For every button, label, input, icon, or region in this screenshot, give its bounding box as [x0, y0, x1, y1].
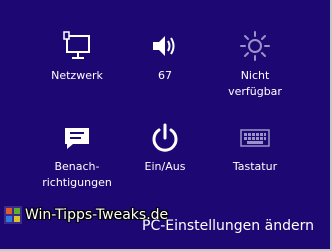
network-icon [63, 31, 90, 59]
pc-settings-link[interactable]: PC-Einstellungen ändern [142, 218, 314, 234]
keyboard-tile[interactable]: Tastatur [215, 122, 295, 182]
power-label: Ein/Aus [144, 160, 186, 173]
volume-tile[interactable]: 67 [125, 30, 205, 90]
brightness-icon [240, 31, 270, 61]
speaker-icon [153, 36, 175, 56]
notifications-tile[interactable]: Benach- richtigungen [37, 122, 117, 192]
watermark-logo [4, 206, 22, 224]
notifications-label-line2: richtigungen [42, 176, 112, 189]
notifications-label-line1: Benach- [54, 160, 100, 173]
keyboard-label: Tastatur [232, 160, 278, 173]
brightness-label-line1: Nicht [240, 69, 270, 82]
brightness-label-line2: verfügbar [228, 85, 282, 98]
keyboard-icon [240, 129, 270, 147]
network-label: Netzwerk [51, 69, 103, 82]
power-tile[interactable]: Ein/Aus [125, 122, 205, 182]
network-tile[interactable]: Netzwerk [37, 30, 117, 90]
power-icon [152, 123, 178, 152]
volume-label: 67 [158, 69, 172, 82]
brightness-tile: Nicht verfügbar [215, 30, 295, 100]
notifications-icon [65, 128, 89, 149]
settings-charm-panel: Netzwerk 67 Nicht verfügbar Benach- rich… [0, 0, 332, 251]
